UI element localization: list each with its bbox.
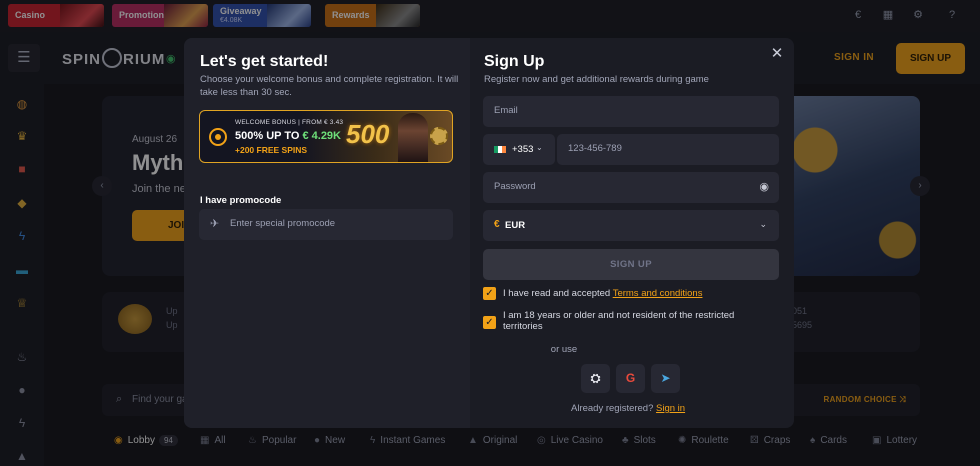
ireland-flag-icon [494,146,506,153]
signup-title: Sign Up [484,53,545,70]
close-icon[interactable]: ✕ [769,46,785,62]
email-input[interactable] [494,105,734,116]
sign-in-link-modal[interactable]: Sign in [656,403,685,414]
currency-symbol: € [494,219,500,230]
country-code-value: +353 [512,144,534,155]
chevron-down-icon: ⌄ [759,219,767,229]
password-input[interactable] [494,181,734,192]
promocode-input[interactable] [230,218,440,229]
bonus-character-image [398,113,428,162]
bonus-big-number: 500 [346,119,390,149]
promocode-field[interactable]: ✈ [199,209,453,240]
bonus-free-spins: +200 FREE SPINS [235,145,308,155]
terms-text: I have read and accepted Terms and condi… [503,288,702,299]
bonus-main-prefix: 500% UP TO [235,130,303,142]
already-registered: Already registered? Sign in [571,403,685,414]
terms-checkbox[interactable]: ✓ [483,287,496,300]
terms-link[interactable]: Terms and conditions [613,288,703,299]
email-field[interactable] [483,96,779,127]
signup-modal: Let's get started! Choose your welcome b… [184,38,794,428]
phone-field[interactable] [557,134,794,165]
currency-select[interactable]: € EUR ⌄ [483,210,779,241]
phone-input[interactable] [568,143,794,154]
google-login-icon[interactable]: G [616,364,645,393]
signup-submit-button[interactable]: SIGN UP [483,249,779,280]
age-text: I am 18 years or older and not resident … [503,310,735,332]
ticket-icon: ✈ [210,218,220,230]
welcome-bonus-card[interactable]: WELCOME BONUS | FROM € 3.43 500% UP TO €… [199,110,453,163]
telegram-login-icon[interactable]: ➤ [651,364,680,393]
promocode-label: I have promocode [200,195,282,206]
country-code-select[interactable]: +353 ⌄ [483,134,555,165]
chevron-down-icon: ⌄ [536,143,543,152]
password-field[interactable]: ◉ [483,172,779,203]
welcome-title: Let's get started! [200,53,329,70]
bonus-main-amount: € 4.29K [302,130,341,142]
bonus-main: 500% UP TO € 4.29K [235,130,341,142]
terms-label: I have read and accepted [503,288,613,299]
casino-chip-icon [430,127,448,145]
bonus-radio-icon [209,128,227,146]
already-registered-label: Already registered? [571,403,654,414]
eye-off-icon[interactable]: ◉ [759,180,769,193]
age-checkbox[interactable]: ✓ [483,316,496,329]
bonus-header: WELCOME BONUS | FROM € 3.43 [235,119,344,126]
currency-value: EUR [505,220,526,231]
steam-login-icon[interactable]: ⛭ [581,364,610,393]
or-use-label: or use [550,344,578,355]
signup-lead: Register now and get additional rewards … [484,74,709,85]
welcome-lead: Choose your welcome bonus and complete r… [200,74,459,98]
